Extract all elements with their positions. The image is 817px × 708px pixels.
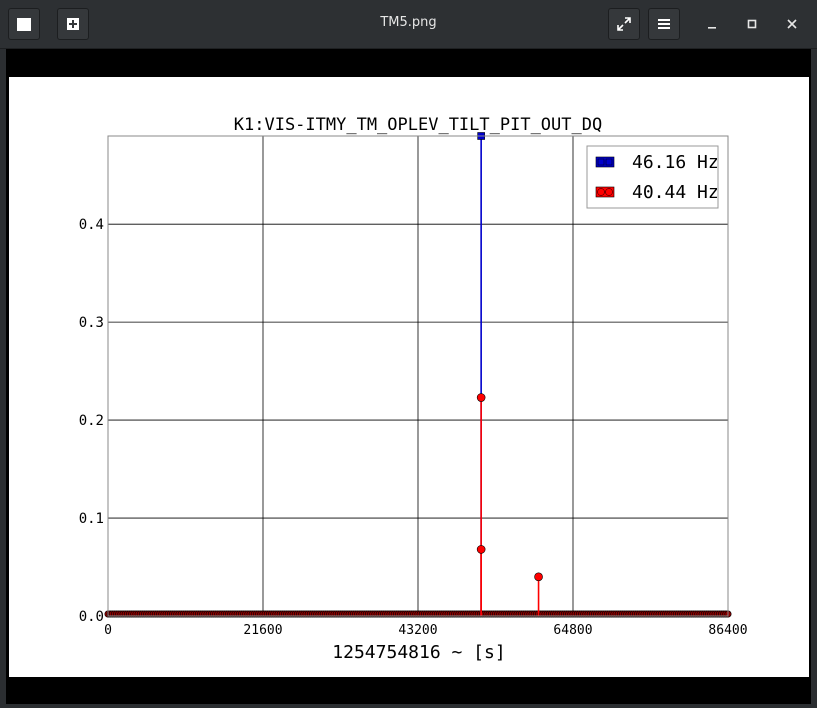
image-canvas: K1:VIS-ITMY_TM_OPLEV_TILT_PIT_OUT_DQ 0 21… [9,77,809,677]
menu-button[interactable] [648,8,680,40]
data-point [476,545,486,554]
minimize-icon [708,27,716,29]
x-tick-label: 21600 [243,623,282,638]
legend: 46.16 Hz 40.44 Hz [586,145,719,209]
fullscreen-icon [617,17,631,31]
data-point [534,572,543,582]
chart: K1:VIS-ITMY_TM_OPLEV_TILT_PIT_OUT_DQ 0 21… [79,115,748,663]
fullscreen-button[interactable] [608,8,640,40]
chart-ticks: 0 21600 43200 64800 86400 0.0 0.1 0.2 0.3 0.4 [79,217,748,638]
legend-marker [597,158,605,166]
data-point [476,393,486,402]
y-tick-label: 0.1 [79,511,104,527]
maximize-button[interactable] [740,12,764,36]
hamburger-menu-icon [658,19,670,29]
legend-marker [605,188,613,196]
legend-label: 46.16 Hz [632,152,719,173]
chart-title: K1:VIS-ITMY_TM_OPLEV_TILT_PIT_OUT_DQ [234,115,602,135]
close-icon [787,19,797,29]
x-tick-label: 86400 [708,623,747,638]
x-axis-label: 1254754816 ~ [s] [332,642,505,663]
x-tick-label: 0 [104,623,112,638]
y-tick-label: 0.2 [79,413,104,429]
x-tick-label: 43200 [398,623,437,638]
minimize-button[interactable] [700,12,724,36]
maximize-icon [747,19,757,29]
y-tick-label: 0.0 [79,609,104,625]
legend-label: 40.44 Hz [632,182,719,203]
legend-marker [605,158,613,166]
y-tick-label: 0.4 [79,217,104,233]
x-tick-label: 64800 [553,623,592,638]
window-title: TM5.png [380,15,437,30]
legend-swatch [595,186,615,198]
legend-swatch [595,156,615,168]
y-tick-label: 0.3 [79,315,104,331]
legend-marker [597,188,605,196]
title-bar: TM5.png [0,0,817,49]
close-button[interactable] [780,12,804,36]
